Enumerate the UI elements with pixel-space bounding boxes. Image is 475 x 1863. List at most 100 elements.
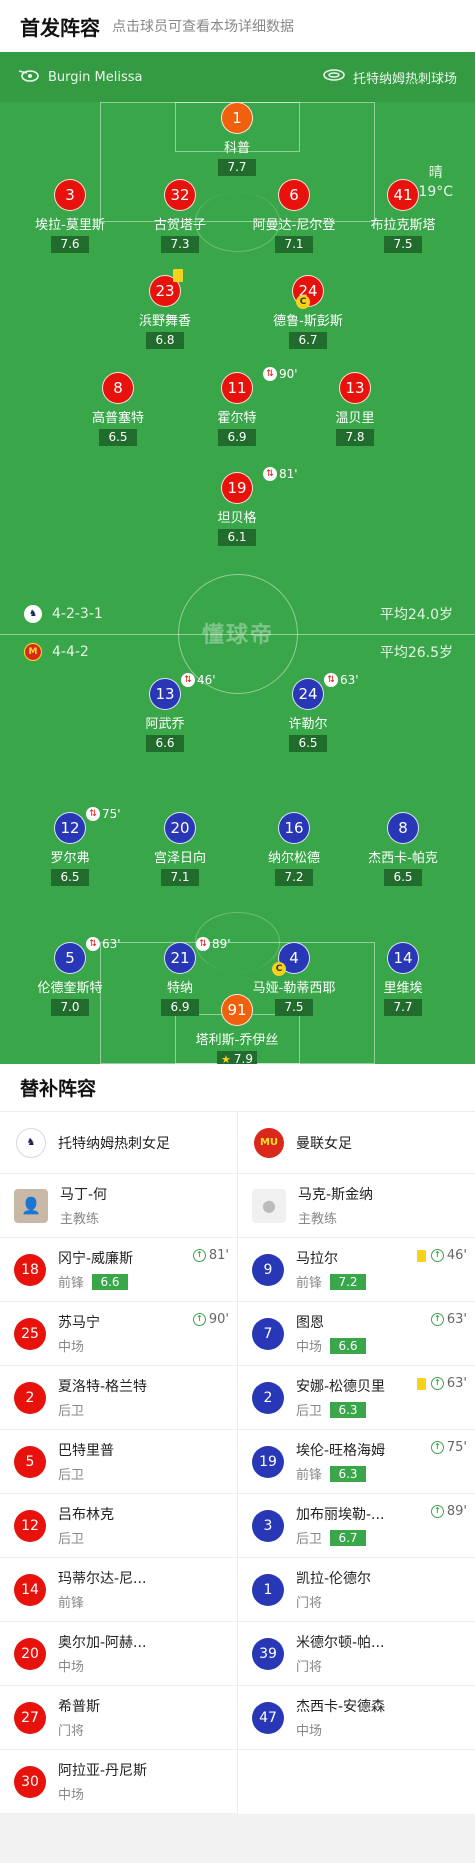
player-number: 13 (149, 678, 181, 710)
sub-in-indicator: ↑ 63' (416, 1376, 467, 1391)
bench-player-home-25[interactable]: 25 苏马宁 中场 ↑ 90' (0, 1302, 237, 1366)
player-home-24[interactable]: 24 C 德鲁-斯彭斯 6.7 (248, 275, 368, 349)
player-name: 德鲁-斯彭斯 (273, 314, 343, 329)
substitution-out-icon: ⇅ (196, 937, 210, 951)
player-away-16[interactable]: 16 纳尔松德 7.2 (234, 812, 354, 886)
bench-player-away-39[interactable]: 39 米德尔顿-帕... 门将 (238, 1622, 475, 1686)
sub-out-indicator: ⇅ 63' (324, 673, 359, 687)
home-coach-row[interactable]: 👤 马丁-何 主教练 (0, 1174, 237, 1238)
player-away-8[interactable]: 8 杰西卡-帕克 6.5 (343, 812, 463, 886)
player-home-6[interactable]: 6 阿曼达-尼尔登 7.1 (234, 179, 354, 253)
page-title: 首发阵容 (20, 15, 100, 40)
player-rating: 7.2 (330, 1273, 367, 1290)
player-number: 20 (14, 1637, 46, 1670)
sub-out-indicator: ⇅ 81' (263, 467, 298, 481)
bench-player-home-30[interactable]: 30 阿拉亚-丹尼斯 中场 (0, 1750, 237, 1814)
bench-player-away-1[interactable]: 1 凯拉-伦德尔 门将 (238, 1558, 475, 1622)
player-number: 2 (14, 1381, 46, 1414)
player-position: 后卫 (58, 1468, 85, 1483)
player-home-13[interactable]: 13 温贝里 7.8 (295, 372, 415, 446)
bench-player-home-12[interactable]: 12 吕布林克 后卫 (0, 1494, 237, 1558)
player-name: 杰西卡-帕克 (368, 851, 438, 866)
player-away-91[interactable]: 91 塔利斯-乔伊丝 ★ 7.9 (177, 994, 297, 1064)
player-home-1[interactable]: 1 科普 7.7 (177, 102, 297, 176)
match-info-bar: Burgin Melissa 托特纳姆热刺球场 (0, 52, 475, 102)
bench-player-away-3[interactable]: 3 加布丽埃勒-... 后卫 6.7 ↑ 89' (238, 1494, 475, 1558)
player-name: 阿武乔 (145, 717, 185, 732)
yellow-card-icon (416, 1249, 426, 1262)
player-number: 25 (14, 1317, 46, 1350)
home-team-row[interactable]: ♞ 托特纳姆热刺女足 (0, 1112, 237, 1174)
player-position: 门将 (296, 1596, 323, 1611)
home-formation-row: ♞ 4-2-3-1 平均24.0岁 (24, 604, 453, 624)
bench-player-home-27[interactable]: 27 希普斯 门将 (0, 1686, 237, 1750)
player-name: 坦贝格 (217, 511, 257, 526)
page-header: 首发阵容 点击球员可查看本场详细数据 (0, 0, 475, 52)
player-home-32[interactable]: 32 古贺塔子 7.3 (120, 179, 240, 253)
bench-player-away-19[interactable]: 19 埃伦-旺格海姆 前锋 6.3 ↑ 75' (238, 1430, 475, 1494)
player-home-8[interactable]: 8 高普塞特 6.5 (58, 372, 178, 446)
bench-player-home-14[interactable]: 14 玛蒂尔达-尼... 前锋 (0, 1558, 237, 1622)
player-name: 霍尔特 (217, 411, 257, 426)
bench-player-away-47[interactable]: 47 杰西卡-安德森 中场 (238, 1686, 475, 1750)
player-away-20[interactable]: 20 宫泽日向 7.1 (120, 812, 240, 886)
player-number: 11 (221, 372, 253, 404)
player-number: 9 (252, 1253, 284, 1286)
player-number: 7 (252, 1317, 284, 1350)
player-rating: 7.6 (51, 236, 89, 253)
player-name: 伦德奎斯特 (37, 981, 103, 996)
player-number: 1 (221, 102, 253, 134)
player-rating: 7.8 (336, 429, 374, 446)
player-rating: 6.5 (51, 869, 89, 886)
away-coach-row[interactable]: ● 马克-斯金纳 主教练 (238, 1174, 475, 1238)
substitution-out-icon: ⇅ (181, 673, 195, 687)
bench-player-away-9[interactable]: 9 马拉尔 前锋 7.2 ↑ 46' (238, 1238, 475, 1302)
player-number: 47 (252, 1701, 284, 1734)
player-name: 安娜-松德贝里 (296, 1379, 386, 1395)
player-number: 3 (54, 179, 86, 211)
player-position: 后卫 (58, 1532, 85, 1547)
player-name: 纳尔松德 (267, 851, 320, 866)
away-team-name: 曼联女足 (296, 1135, 352, 1152)
away-team-row[interactable]: MU 曼联女足 (238, 1112, 475, 1174)
home-team-name: 托特纳姆热刺女足 (58, 1135, 170, 1152)
bench-player-home-18[interactable]: 18 冈宁-威廉斯 前锋 6.6 ↑ 81' (0, 1238, 237, 1302)
stadium-icon (323, 68, 345, 86)
player-number: 5 (54, 942, 86, 974)
player-away-13[interactable]: 13 ⇅ 46' 阿武乔 6.6 (105, 673, 225, 752)
bench-player-away-7[interactable]: 7 图恩 中场 6.6 ↑ 63' (238, 1302, 475, 1366)
coach-name: 马克-斯金纳 (298, 1187, 374, 1203)
player-number: 16 (278, 812, 310, 844)
player-number: 21 (164, 942, 196, 974)
man-utd-logo-icon: MU (254, 1127, 284, 1158)
player-name: 希普斯 (58, 1699, 100, 1715)
player-position: 后卫 (58, 1404, 85, 1419)
player-name: 巴特里普 (58, 1443, 114, 1459)
player-name: 奥尔加-阿赫... (58, 1635, 147, 1651)
player-home-3[interactable]: 3 埃拉-莫里斯 7.6 (10, 179, 130, 253)
player-number: 27 (14, 1701, 46, 1734)
player-home-19[interactable]: 19 ⇅ 81' 坦贝格 6.1 (177, 467, 298, 546)
player-rating: 7.1 (275, 236, 313, 253)
player-number: 19 (221, 472, 253, 504)
player-number: 8 (387, 812, 419, 844)
bench-player-home-2[interactable]: 2 夏洛特-格兰特 后卫 (0, 1366, 237, 1430)
player-away-5[interactable]: 5 ⇅ 63' 伦德奎斯特 7.0 (10, 937, 130, 1016)
bench-title: 替补阵容 (0, 1064, 475, 1112)
player-home-41[interactable]: 41 布拉克斯塔 7.5 (343, 179, 463, 253)
player-number: 30 (14, 1765, 46, 1798)
coach-name: 马丁-何 (60, 1187, 108, 1203)
player-number: 12 (54, 812, 86, 844)
player-name: 夏洛特-格兰特 (58, 1379, 148, 1395)
player-away-24[interactable]: 24 ⇅ 63' 许勒尔 6.5 (248, 673, 368, 752)
substitution-out-icon: ⇅ (86, 937, 100, 951)
player-away-12[interactable]: 12 ⇅ 75' 罗尔弗 6.5 (10, 807, 130, 886)
bench-player-away-2[interactable]: 2 安娜-松德贝里 后卫 6.3 ↑ 63' (238, 1366, 475, 1430)
player-away-14[interactable]: 14 里维埃 7.7 (343, 942, 463, 1016)
bench-player-home-5[interactable]: 5 巴特里普 后卫 (0, 1430, 237, 1494)
player-home-11[interactable]: 11 ⇅ 90' 霍尔特 6.9 (177, 367, 298, 446)
player-name: 罗尔弗 (50, 851, 90, 866)
player-home-23[interactable]: 23 浜野舞香 6.8 (105, 269, 225, 349)
player-position: 前锋 (296, 1276, 323, 1291)
bench-player-home-20[interactable]: 20 奥尔加-阿赫... 中场 (0, 1622, 237, 1686)
